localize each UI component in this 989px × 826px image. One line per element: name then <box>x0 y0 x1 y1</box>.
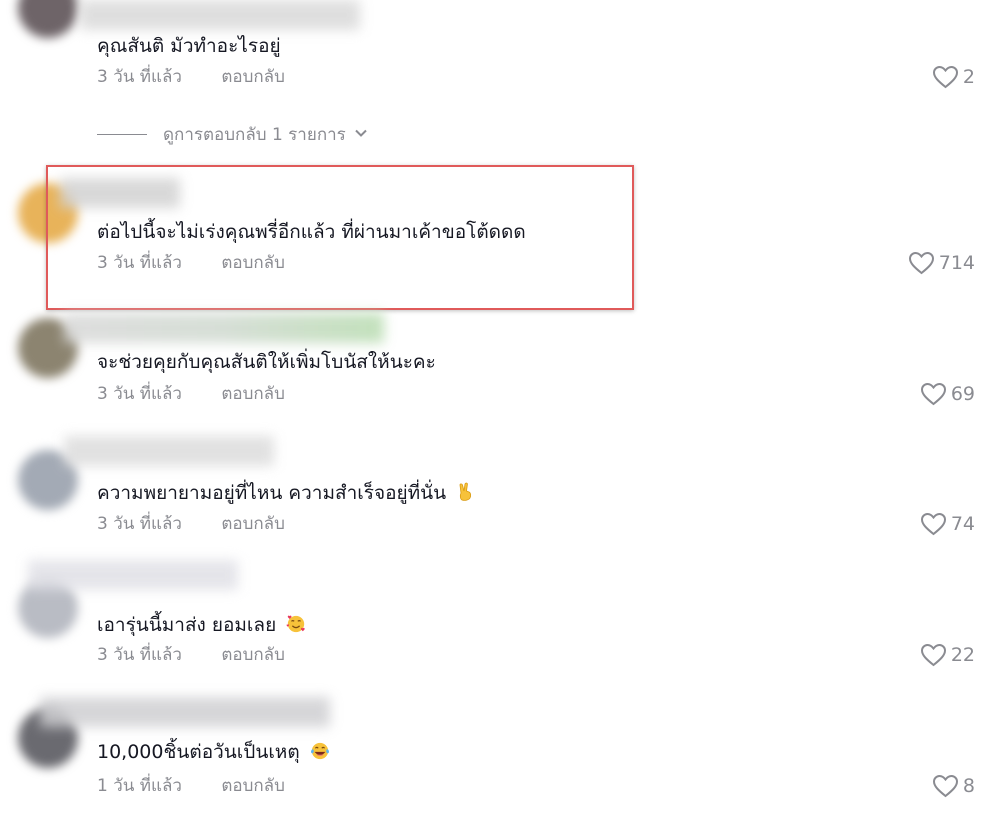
heart-icon <box>932 65 959 89</box>
chevron-down-icon <box>346 125 368 145</box>
like-count: 22 <box>950 644 975 666</box>
comment-time: 3 วัน ที่แล้ว <box>97 253 182 273</box>
comment-text-content: 10,000ชิ้นต่อวันเป็นเหตุ <box>97 741 300 763</box>
heart-icon <box>920 643 947 667</box>
comment-text: จะช่วยคุยกับคุณสันติให้เพิ่มโบนัสให้นะคะ <box>97 351 436 373</box>
heart-icon <box>908 251 935 275</box>
victory-hand-emoji-icon <box>456 482 476 502</box>
like-button[interactable]: 22 <box>920 643 975 667</box>
reply-button[interactable]: ตอบกลับ <box>221 65 285 89</box>
heart-icon <box>932 774 959 798</box>
reply-button[interactable]: ตอบกลับ <box>221 251 285 275</box>
comment-text-content: เอารุ่นนี้มาส่ง ยอมเลย <box>97 614 277 636</box>
username-blurred <box>40 697 330 727</box>
comment-text: ต่อไปนี้จะไม่เร่งคุณพรี่อีกแล้ว ที่ผ่านม… <box>97 221 526 243</box>
like-count: 74 <box>950 513 975 535</box>
like-button[interactable]: 8 <box>932 774 975 798</box>
comment-meta: 3 วัน ที่แล้ว ตอบกลับ <box>97 65 285 89</box>
like-button[interactable]: 74 <box>920 512 975 536</box>
comment-time: 3 วัน ที่แล้ว <box>97 645 182 665</box>
like-button[interactable]: 69 <box>920 382 975 406</box>
username-blurred <box>64 436 274 466</box>
comment-time: 1 วัน ที่แล้ว <box>97 776 182 796</box>
comment-meta: 3 วัน ที่แล้ว ตอบกลับ <box>97 382 285 406</box>
comment-text: เอารุ่นนี้มาส่ง ยอมเลย <box>97 612 306 638</box>
comment-time: 3 วัน ที่แล้ว <box>97 67 182 87</box>
username-blurred <box>60 178 180 208</box>
like-button[interactable]: 2 <box>932 65 975 89</box>
reply-button[interactable]: ตอบกลับ <box>221 382 285 406</box>
comment-meta: 3 วัน ที่แล้ว ตอบกลับ <box>97 512 285 536</box>
comment-time: 3 วัน ที่แล้ว <box>97 384 182 404</box>
username-blurred <box>64 313 384 343</box>
heart-icon <box>920 382 947 406</box>
view-replies-label: ดูการตอบกลับ 1 รายการ <box>163 125 346 145</box>
username-blurred <box>80 0 360 30</box>
comment-text: ความพยายามอยู่ที่ไหน ความสำเร็จอยู่ที่นั… <box>97 480 476 506</box>
comment-meta: 1 วัน ที่แล้ว ตอบกลับ <box>97 774 285 798</box>
reply-button[interactable]: ตอบกลับ <box>221 774 285 798</box>
smiling-face-with-hearts-emoji-icon <box>286 614 306 634</box>
face-with-tears-of-joy-emoji-icon <box>310 741 330 761</box>
like-button[interactable]: 714 <box>908 251 975 275</box>
like-count: 2 <box>962 66 975 88</box>
avatar[interactable] <box>18 0 78 38</box>
divider-line <box>97 134 147 135</box>
reply-button[interactable]: ตอบกลับ <box>221 512 285 536</box>
heart-icon <box>920 512 947 536</box>
comment-time: 3 วัน ที่แล้ว <box>97 514 182 534</box>
comment-text-content: ความพยายามอยู่ที่ไหน ความสำเร็จอยู่ที่นั… <box>97 482 447 504</box>
comment-meta: 3 วัน ที่แล้ว ตอบกลับ <box>97 251 285 275</box>
like-count: 8 <box>962 775 975 797</box>
comment-text: 10,000ชิ้นต่อวันเป็นเหตุ <box>97 739 330 765</box>
like-count: 714 <box>938 252 975 274</box>
reply-button[interactable]: ตอบกลับ <box>221 643 285 667</box>
comment-meta: 3 วัน ที่แล้ว ตอบกลับ <box>97 643 285 667</box>
view-replies-button[interactable]: ดูการตอบกลับ 1 รายการ <box>97 121 368 148</box>
like-count: 69 <box>950 383 975 405</box>
username-blurred <box>28 560 238 590</box>
comment-text: คุณสันติ มัวทำอะไรอยู่ <box>97 35 281 57</box>
